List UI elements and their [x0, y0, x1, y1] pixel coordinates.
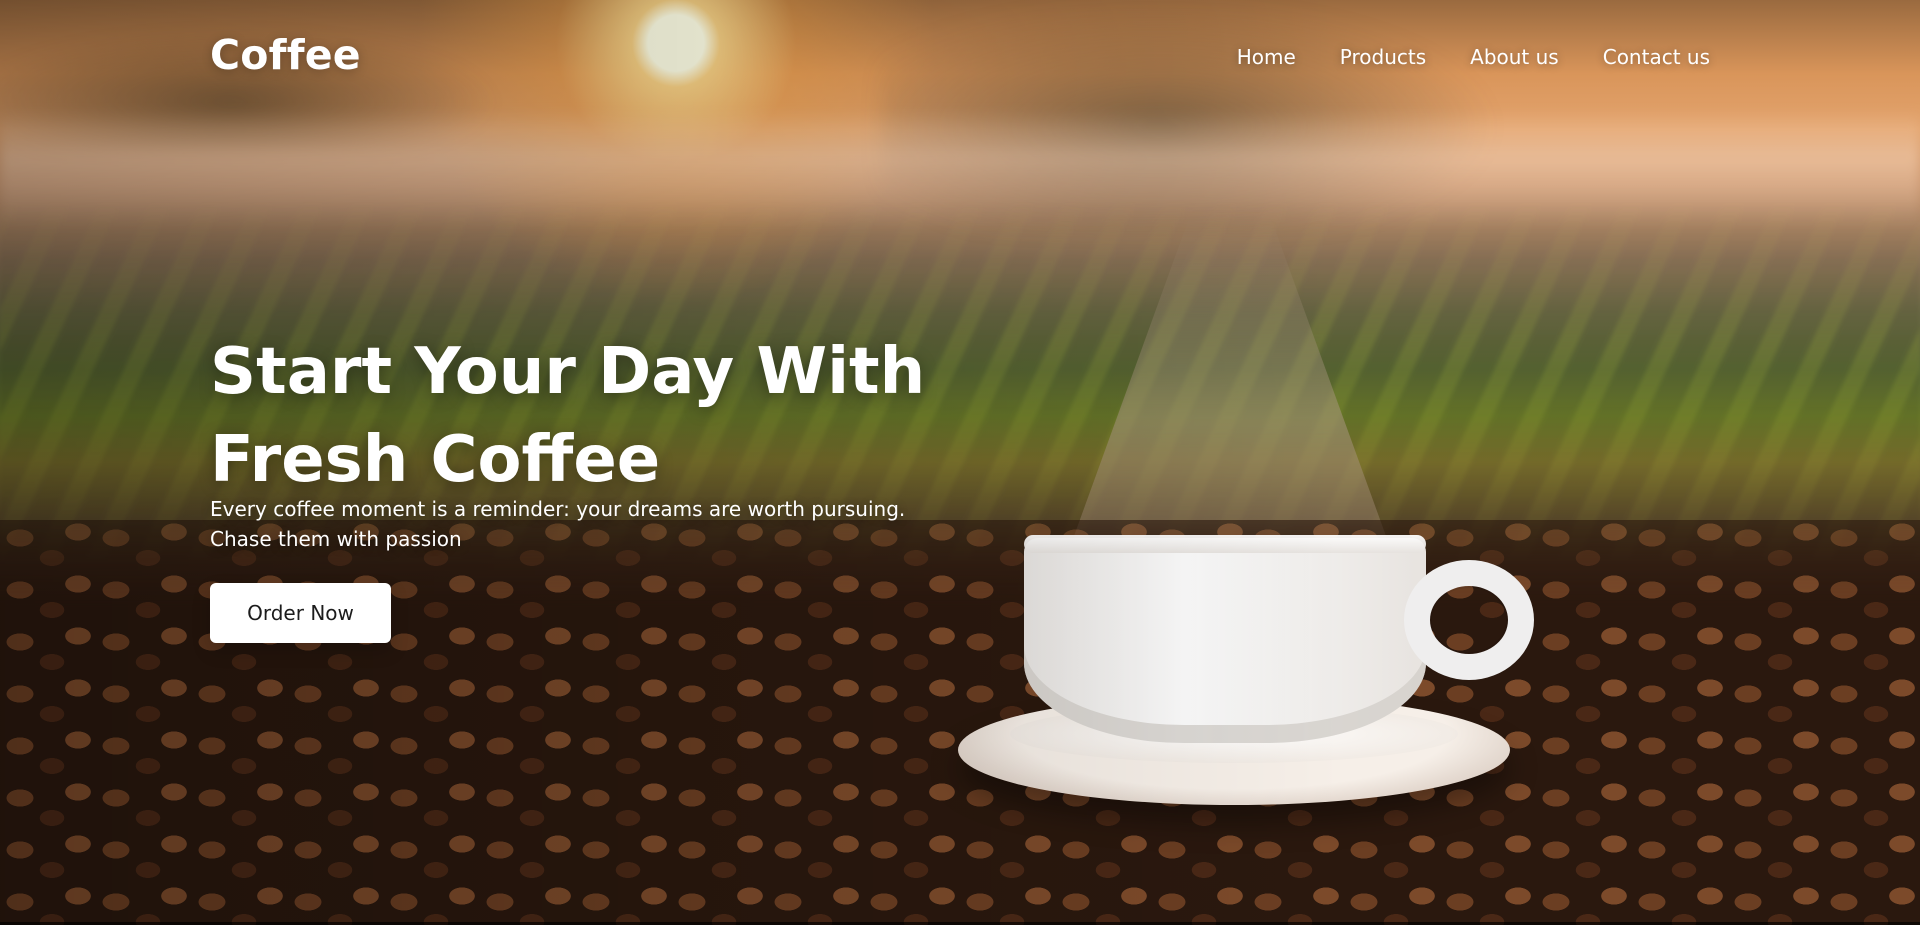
hero-subtitle-line-2: Chase them with passion	[210, 527, 462, 551]
hero-headline: Start Your Day With Fresh Coffee	[210, 328, 1030, 504]
coffee-beans-foreground	[0, 520, 1920, 925]
top-navigation: Coffee Home Products About us Contact us	[0, 0, 1920, 115]
hero-headline-line-1: Start Your Day With	[210, 334, 926, 409]
coffee-cup-handle	[1404, 560, 1534, 680]
hero-headline-line-2: Fresh Coffee	[210, 422, 661, 497]
nav-link-products[interactable]: Products	[1340, 45, 1426, 69]
nav-link-contact-us[interactable]: Contact us	[1603, 45, 1710, 69]
hero-subtitle-line-1: Every coffee moment is a reminder: your …	[210, 497, 906, 521]
order-now-button[interactable]: Order Now	[210, 583, 391, 643]
nav-links: Home Products About us Contact us	[1237, 45, 1710, 69]
coffee-cup	[1024, 538, 1426, 743]
nav-link-about-us[interactable]: About us	[1470, 45, 1559, 69]
brand-logo[interactable]: Coffee	[210, 31, 361, 79]
hero-subtitle: Every coffee moment is a reminder: your …	[210, 494, 1110, 554]
hero-section: Coffee Home Products About us Contact us…	[0, 0, 1920, 925]
nav-link-home[interactable]: Home	[1237, 45, 1296, 69]
